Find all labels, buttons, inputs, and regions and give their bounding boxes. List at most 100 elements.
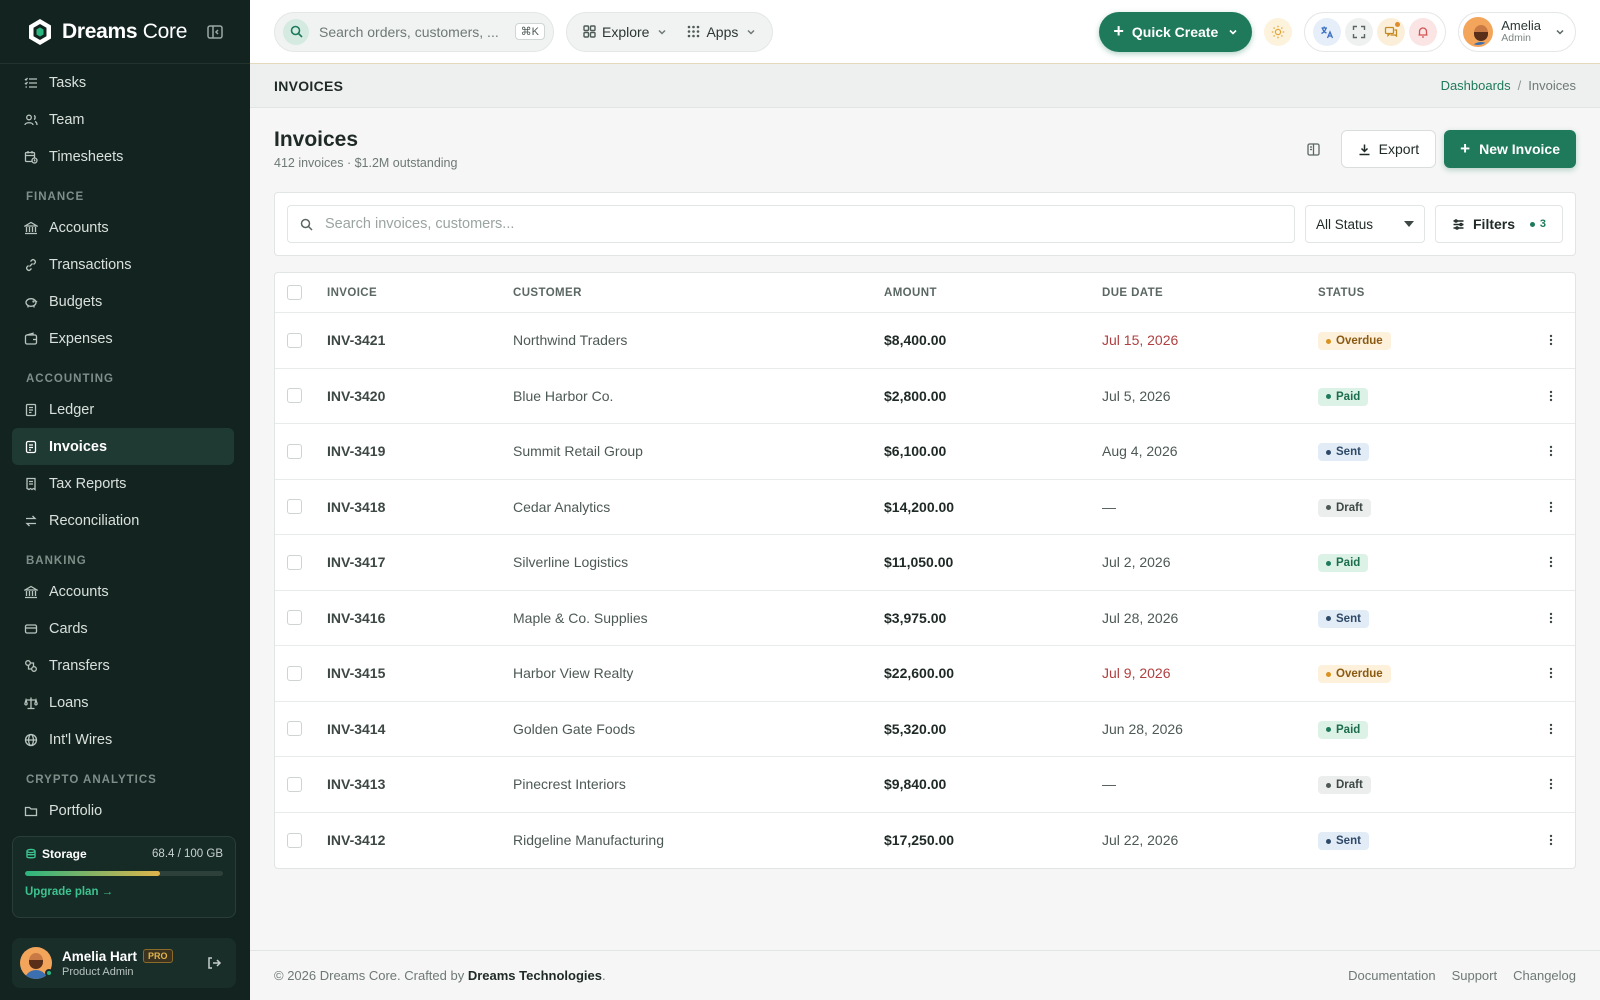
brand[interactable]: Dreams Core (0, 0, 250, 64)
global-search-input[interactable]: Search orders, customers, ... (319, 24, 515, 40)
sidebar-item-reconciliation[interactable]: Reconciliation (0, 502, 238, 539)
sidebar-item-tasks[interactable]: Tasks (0, 64, 238, 101)
row-actions-button[interactable] (1527, 834, 1575, 846)
apps-menu-button[interactable]: Apps (677, 16, 766, 48)
logout-icon[interactable] (206, 955, 222, 971)
filters-button[interactable]: Filters 3 (1435, 205, 1563, 243)
table-row[interactable]: INV-3418 Cedar Analytics $14,200.00 — Draft (275, 480, 1575, 535)
footer-link-documentation[interactable]: Documentation (1348, 968, 1435, 983)
sidebar-nav: Tasks Team Timesheets FINANCE Accounts Transa… (0, 64, 250, 828)
row-actions-button[interactable] (1527, 778, 1575, 790)
status-filter-select[interactable]: All Status (1305, 205, 1425, 243)
row-actions-button[interactable] (1527, 334, 1575, 346)
quick-create-button[interactable]: + Quick Create (1099, 11, 1253, 52)
row-checkbox[interactable] (287, 665, 302, 681)
messages-button[interactable] (1377, 17, 1406, 46)
sidebar-item-ledger[interactable]: Ledger (0, 391, 238, 428)
columns-toggle-button[interactable] (1299, 134, 1329, 164)
row-checkbox[interactable] (287, 499, 302, 515)
column-header-status[interactable]: STATUS (1318, 287, 1527, 299)
invoice-search-input[interactable]: Search invoices, customers... (325, 216, 514, 232)
table-row[interactable]: INV-3412 Ridgeline Manufacturing $17,250.0… (275, 813, 1575, 869)
invoice-id[interactable]: INV-3420 (327, 388, 513, 404)
invoice-id[interactable]: INV-3412 (327, 832, 513, 848)
row-actions-button[interactable] (1527, 390, 1575, 402)
invoice-id[interactable]: INV-3421 (327, 332, 513, 348)
row-checkbox[interactable] (287, 554, 302, 570)
global-search[interactable]: Search orders, customers, ... ⌘K (274, 11, 554, 52)
sidebar-item-transfers[interactable]: Transfers (0, 647, 238, 684)
column-header-customer[interactable]: CUSTOMER (513, 287, 884, 299)
sidebar-item-invoices[interactable]: Invoices (12, 428, 234, 465)
table-row[interactable]: INV-3419 Summit Retail Group $6,100.00 Aug … (275, 424, 1575, 480)
status-badge: Draft (1318, 776, 1371, 794)
invoice-search-field[interactable]: Search invoices, customers... (287, 205, 1295, 243)
invoice-id[interactable]: INV-3416 (327, 610, 513, 626)
sidebar-item-accounts[interactable]: Accounts (0, 209, 238, 246)
table-row[interactable]: INV-3414 Golden Gate Foods $5,320.00 Jun 28… (275, 702, 1575, 757)
translate-button[interactable] (1313, 17, 1342, 46)
invoice-id[interactable]: INV-3414 (327, 721, 513, 737)
row-actions-button[interactable] (1527, 667, 1575, 679)
new-invoice-button[interactable]: + New Invoice (1444, 130, 1576, 168)
due-date: — (1102, 776, 1116, 793)
sidebar-item-accounts[interactable]: Accounts (0, 573, 238, 610)
sidebar-user-card[interactable]: Amelia Hart PRO Product Admin (12, 938, 236, 988)
row-actions-button[interactable] (1527, 556, 1575, 568)
row-checkbox[interactable] (287, 776, 302, 792)
invoice-amount: $11,050.00 (884, 554, 954, 571)
sidebar-item-int-l-wires[interactable]: Int'l Wires (0, 721, 238, 758)
row-actions-button[interactable] (1527, 723, 1575, 735)
column-header-invoice[interactable]: INVOICE (327, 287, 513, 299)
row-checkbox[interactable] (287, 443, 302, 459)
invoice-id[interactable]: INV-3413 (327, 776, 513, 792)
invoice-id[interactable]: INV-3417 (327, 554, 513, 570)
table-row[interactable]: INV-3420 Blue Harbor Co. $2,800.00 Jul 5, 2… (275, 369, 1575, 424)
invoice-id[interactable]: INV-3418 (327, 499, 513, 515)
invoice-id[interactable]: INV-3419 (327, 443, 513, 459)
sidebar-item-budgets[interactable]: Budgets (0, 283, 238, 320)
sidebar-item-expenses[interactable]: Expenses (0, 320, 238, 357)
row-actions-button[interactable] (1527, 501, 1575, 513)
column-header-due-date[interactable]: DUE DATE (1102, 287, 1318, 299)
table-row[interactable]: INV-3413 Pinecrest Interiors $9,840.00 — Dra… (275, 757, 1575, 813)
row-checkbox[interactable] (287, 610, 302, 626)
select-all-checkbox[interactable] (287, 285, 302, 300)
footer-company-link[interactable]: Dreams Technologies (468, 968, 602, 983)
export-button[interactable]: Export (1340, 130, 1437, 168)
invoices-table: INVOICE CUSTOMER AMOUNT DUE DATE STATUS … (274, 272, 1576, 869)
row-checkbox[interactable] (287, 332, 302, 348)
sidebar-section-title: BANKING (26, 555, 87, 567)
row-checkbox[interactable] (287, 721, 302, 737)
footer-link-changelog[interactable]: Changelog (1513, 968, 1576, 983)
sidebar-item-loans[interactable]: Loans (0, 684, 238, 721)
theme-toggle-button[interactable] (1264, 17, 1293, 46)
profile-menu[interactable]: Amelia Admin (1458, 11, 1576, 52)
sidebar-item-portfolio[interactable]: Portfolio (0, 792, 238, 828)
more-vertical-icon (1549, 390, 1553, 401)
table-row[interactable]: INV-3417 Silverline Logistics $11,050.00 Ju… (275, 535, 1575, 591)
sidebar-item-tax-reports[interactable]: Tax Reports (0, 465, 238, 502)
column-header-amount[interactable]: AMOUNT (884, 287, 1102, 299)
table-row[interactable]: INV-3415 Harbor View Realty $22,600.00 Jul … (275, 646, 1575, 702)
sidebar-item-transactions[interactable]: Transactions (0, 246, 238, 283)
sidebar-item-team[interactable]: Team (0, 101, 238, 138)
status-badge: Overdue (1318, 332, 1391, 350)
notifications-button[interactable] (1409, 17, 1438, 46)
upgrade-plan-link[interactable]: Upgrade plan → (25, 886, 223, 898)
footer-link-support[interactable]: Support (1452, 968, 1498, 983)
link-icon (25, 258, 37, 271)
row-checkbox[interactable] (287, 388, 302, 404)
table-row[interactable]: INV-3416 Maple & Co. Supplies $3,975.00 Jul… (275, 591, 1575, 646)
row-actions-button[interactable] (1527, 612, 1575, 624)
row-checkbox[interactable] (287, 832, 302, 848)
row-actions-button[interactable] (1527, 445, 1575, 457)
breadcrumb-dashboards-link[interactable]: Dashboards (1441, 78, 1511, 93)
sidebar-item-timesheets[interactable]: Timesheets (0, 138, 238, 175)
sidebar-item-cards[interactable]: Cards (0, 610, 238, 647)
fullscreen-button[interactable] (1345, 17, 1374, 46)
sidebar-collapse-icon[interactable] (206, 23, 224, 41)
table-row[interactable]: INV-3421 Northwind Traders $8,400.00 Jul 15… (275, 313, 1575, 369)
invoice-id[interactable]: INV-3415 (327, 665, 513, 681)
explore-menu-button[interactable]: Explore (573, 16, 677, 48)
